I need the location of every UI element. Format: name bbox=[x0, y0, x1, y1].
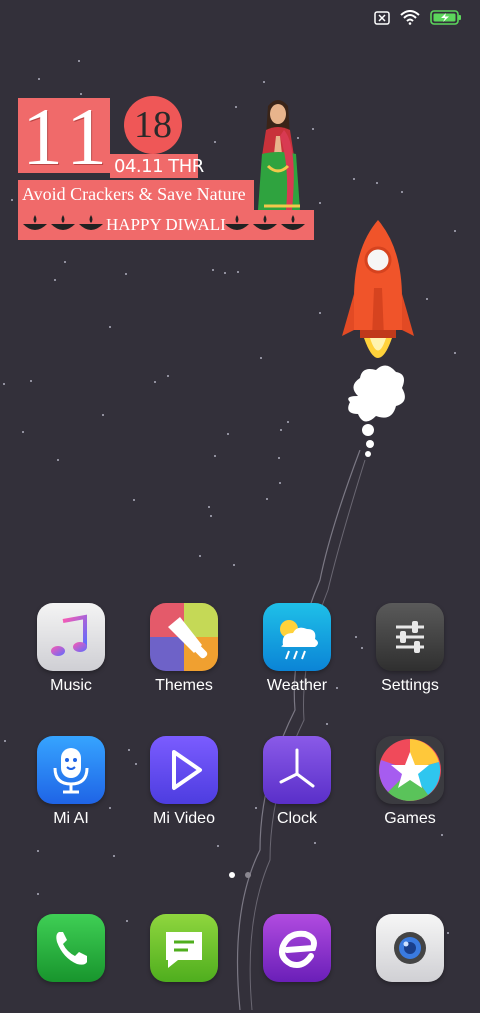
app-games[interactable]: Games bbox=[360, 736, 460, 828]
camera-icon bbox=[376, 914, 444, 982]
page-dot-active[interactable] bbox=[229, 872, 235, 878]
app-label: Settings bbox=[381, 677, 439, 694]
diwali-clock-widget[interactable]: 11 18 04.11 THR Avoid Crackers & Save Na… bbox=[18, 96, 314, 242]
star bbox=[38, 78, 40, 80]
status-bar bbox=[374, 10, 462, 25]
app-themes[interactable]: Themes bbox=[134, 603, 234, 695]
star bbox=[454, 352, 456, 354]
app-label: Themes bbox=[155, 677, 213, 694]
browser-icon bbox=[263, 914, 331, 982]
star bbox=[441, 834, 443, 836]
star bbox=[113, 855, 115, 857]
themes-icon bbox=[150, 603, 218, 671]
star bbox=[126, 920, 128, 922]
widget-greeting: HAPPY DIWALI bbox=[106, 215, 226, 234]
widget-date: 04.11 THR bbox=[114, 156, 204, 177]
star bbox=[154, 381, 156, 383]
star bbox=[319, 312, 321, 314]
star bbox=[454, 230, 456, 232]
app-label: Music bbox=[50, 677, 92, 694]
music-icon bbox=[37, 603, 105, 671]
diya-lamp-icon bbox=[51, 215, 75, 230]
star bbox=[260, 357, 262, 359]
widget-minute: 18 bbox=[134, 104, 172, 146]
star bbox=[227, 433, 229, 435]
star bbox=[57, 459, 59, 461]
clock-icon bbox=[263, 736, 331, 804]
star bbox=[78, 60, 80, 62]
widget-slogan: Avoid Crackers & Save Nature bbox=[22, 184, 246, 204]
diya-lamp-icon bbox=[23, 215, 47, 230]
star bbox=[64, 261, 66, 263]
battery-charging-icon bbox=[430, 10, 461, 25]
diya-lamp-icon bbox=[225, 215, 249, 230]
dock-phone[interactable] bbox=[21, 914, 121, 982]
diya-lamp-icon bbox=[79, 215, 103, 230]
app-label: Weather bbox=[266, 677, 328, 694]
app-music[interactable]: Music bbox=[21, 603, 121, 695]
star bbox=[167, 375, 169, 377]
star bbox=[319, 202, 321, 204]
star bbox=[109, 326, 111, 328]
widget-hour: 11 bbox=[22, 91, 113, 182]
app-mi-ai[interactable]: Mi AI bbox=[21, 736, 121, 828]
page-dot[interactable] bbox=[245, 872, 251, 878]
wifi-icon bbox=[400, 10, 420, 25]
star bbox=[263, 81, 265, 83]
messages-icon bbox=[150, 914, 218, 982]
settings-icon bbox=[376, 603, 444, 671]
diya-lamp-icon bbox=[253, 215, 277, 230]
star bbox=[54, 279, 56, 281]
app-clock[interactable]: Clock bbox=[247, 736, 347, 828]
dock-browser[interactable] bbox=[247, 914, 347, 982]
star bbox=[102, 414, 104, 416]
dock-messages[interactable] bbox=[134, 914, 234, 982]
star bbox=[125, 273, 127, 275]
star bbox=[11, 199, 13, 201]
games-icon bbox=[376, 736, 444, 804]
star bbox=[224, 272, 226, 274]
star bbox=[128, 749, 130, 751]
star bbox=[353, 178, 355, 180]
star bbox=[212, 269, 214, 271]
app-label: Clock bbox=[276, 810, 317, 827]
star bbox=[280, 429, 282, 431]
weather-icon bbox=[263, 603, 331, 671]
star bbox=[4, 740, 6, 742]
app-settings[interactable]: Settings bbox=[360, 603, 460, 695]
star bbox=[22, 431, 24, 433]
star bbox=[376, 182, 378, 184]
page-indicator[interactable] bbox=[0, 872, 480, 878]
star bbox=[30, 380, 32, 382]
app-label: Mi AI bbox=[53, 810, 89, 827]
mi-ai-icon bbox=[37, 736, 105, 804]
star bbox=[133, 499, 135, 501]
app-weather[interactable]: Weather bbox=[247, 603, 347, 695]
mi-video-icon bbox=[150, 736, 218, 804]
star bbox=[37, 893, 39, 895]
star bbox=[426, 298, 428, 300]
dock-camera[interactable] bbox=[360, 914, 460, 982]
app-label: Games bbox=[384, 810, 436, 827]
star bbox=[237, 271, 239, 273]
app-mi-video[interactable]: Mi Video bbox=[134, 736, 234, 828]
sim-off-icon bbox=[374, 10, 390, 25]
namaste-lady-illustration bbox=[258, 100, 300, 210]
rocket-illustration bbox=[342, 220, 414, 457]
star bbox=[37, 850, 39, 852]
diya-lamp-icon bbox=[281, 215, 305, 230]
app-label: Mi Video bbox=[153, 810, 215, 827]
widget-minute-circle: 18 bbox=[124, 96, 182, 154]
phone-icon bbox=[37, 914, 105, 982]
star bbox=[287, 421, 289, 423]
star bbox=[401, 191, 403, 193]
star bbox=[3, 383, 5, 385]
